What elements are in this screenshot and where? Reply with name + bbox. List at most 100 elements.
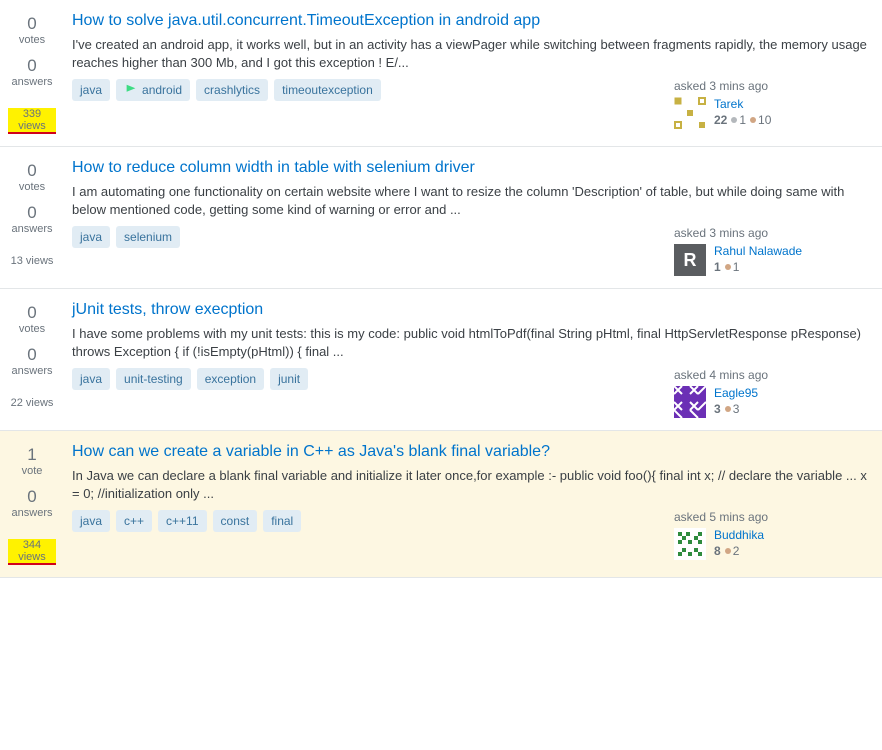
bronze-count: 2 (733, 544, 740, 558)
user-stats: 82 (714, 544, 764, 558)
bronze-badge: 3 (725, 402, 740, 416)
tags-container: java android crashlytics timeoutexception (72, 79, 381, 101)
tag-junit[interactable]: junit (270, 368, 308, 390)
user-rep: 1 (714, 260, 721, 274)
vote-count: 0 (8, 161, 56, 181)
question-excerpt: In Java we can declare a blank final var… (72, 467, 874, 502)
answer-count: 0 (8, 56, 56, 76)
question-title-link[interactable]: How to solve java.util.concurrent.Timeou… (72, 12, 874, 30)
tag-java[interactable]: java (72, 226, 110, 248)
tag-unit-testing[interactable]: unit-testing (116, 368, 191, 390)
view-count: 13 views (11, 255, 54, 267)
user-card: asked 5 mins ago Buddhika 82 (674, 510, 874, 560)
vote-count: 1 (8, 445, 56, 465)
tag-label: java (80, 83, 102, 97)
stats-column: 0votes0answers22 views (8, 301, 72, 418)
tag-java[interactable]: java (72, 368, 110, 390)
tag-crashlytics[interactable]: crashlytics (196, 79, 268, 101)
user-rep: 3 (714, 402, 721, 416)
tags-container: java c++ c++11 const final (72, 510, 301, 532)
tag-label: android (142, 83, 182, 97)
user-name-link[interactable]: Buddhika (714, 528, 764, 542)
vote-count: 0 (8, 14, 56, 34)
question-title-link[interactable]: How can we create a variable in C++ as J… (72, 443, 874, 461)
tag-label: timeoutexception (282, 83, 373, 97)
user-card: asked 3 mins agoTarek22110 (674, 79, 874, 129)
asked-time: asked 3 mins ago (674, 226, 874, 240)
user-name-link[interactable]: Eagle95 (714, 386, 758, 400)
avatar[interactable]: R (674, 244, 706, 276)
answer-count: 0 (8, 203, 56, 223)
bronze-count: 10 (758, 113, 771, 127)
question-body: How to solve java.util.concurrent.Timeou… (72, 12, 874, 134)
tag-label: const (221, 514, 250, 528)
answer-count: 0 (8, 345, 56, 365)
svg-text:R: R (684, 250, 697, 270)
bronze-badge: 10 (750, 113, 771, 127)
tag-label: unit-testing (124, 372, 183, 386)
bronze-badge: 1 (725, 260, 740, 274)
stats-column: 1vote 0answers 344 views (8, 443, 72, 565)
tag-cplusplus[interactable]: c++ (116, 510, 152, 532)
tag-java[interactable]: java (72, 79, 110, 101)
question-summary: 0votes0answers339 viewsHow to solve java… (0, 0, 882, 147)
tag-cplusplus11[interactable]: c++11 (158, 510, 206, 532)
tag-exception[interactable]: exception (197, 368, 264, 390)
tag-const[interactable]: const (213, 510, 258, 532)
tag-android[interactable]: android (116, 79, 190, 101)
view-count: 22 views (11, 397, 54, 409)
tag-label: crashlytics (204, 83, 260, 97)
tag-timeoutexception[interactable]: timeoutexception (274, 79, 381, 101)
stats-column: 0votes0answers13 views (8, 159, 72, 276)
user-rep: 22 (714, 113, 727, 127)
user-rep: 8 (714, 544, 721, 558)
answer-label: answers (8, 507, 56, 519)
question-summary: 0votes0answers13 viewsHow to reduce colu… (0, 147, 882, 289)
bronze-count: 1 (733, 260, 740, 274)
tags-container: java selenium (72, 226, 180, 248)
question-body: How can we create a variable in C++ as J… (72, 443, 874, 565)
tags-container: java unit-testing exception junit (72, 368, 308, 390)
user-card: asked 4 mins ago Eagle95 33 (674, 368, 874, 418)
answer-label: answers (8, 76, 56, 88)
avatar[interactable] (674, 528, 706, 560)
answer-label: answers (8, 223, 56, 235)
tag-selenium[interactable]: selenium (116, 226, 180, 248)
question-summary: 0votes0answers22 viewsjUnit tests, throw… (0, 289, 882, 431)
user-stats: 11 (714, 260, 802, 274)
tag-label: java (80, 514, 102, 528)
asked-time: asked 4 mins ago (674, 368, 874, 382)
asked-time: asked 5 mins ago (674, 510, 874, 524)
vote-count: 0 (8, 303, 56, 323)
silver-count: 1 (739, 113, 746, 127)
tag-java[interactable]: java (72, 510, 110, 532)
user-name-link[interactable]: Rahul Nalawade (714, 244, 802, 258)
user-stats: 22 1 10 (714, 113, 771, 127)
question-excerpt: I have some problems with my unit tests:… (72, 325, 874, 360)
question-summary: 1vote 0answers 344 views How can we create … (0, 431, 882, 578)
question-list: 0votes0answers339 viewsHow to solve java… (0, 0, 882, 578)
tag-final[interactable]: final (263, 510, 301, 532)
question-body: jUnit tests, throw execption I have some … (72, 301, 874, 418)
view-count: 344 views (8, 539, 56, 565)
avatar[interactable] (674, 386, 706, 418)
user-name-link[interactable]: Tarek (714, 97, 771, 111)
tag-label: java (80, 230, 102, 244)
question-title-link[interactable]: How to reduce column width in table with… (72, 159, 874, 177)
vote-label: votes (8, 323, 56, 335)
silver-badge: 1 (731, 113, 746, 127)
tag-label: c++11 (166, 514, 198, 528)
avatar[interactable] (674, 97, 706, 129)
tag-label: selenium (124, 230, 172, 244)
answer-label: answers (8, 365, 56, 377)
view-count: 339 views (8, 108, 56, 134)
answer-count: 0 (8, 487, 56, 507)
vote-label: votes (8, 34, 56, 46)
question-excerpt: I am automating one functionality on cer… (72, 183, 874, 218)
vote-label: vote (8, 465, 56, 477)
question-title-link[interactable]: jUnit tests, throw execption (72, 301, 874, 319)
android-icon (124, 83, 138, 97)
user-stats: 33 (714, 402, 758, 416)
question-excerpt: I've created an android app, it works we… (72, 36, 874, 71)
tag-label: c++ (124, 514, 144, 528)
